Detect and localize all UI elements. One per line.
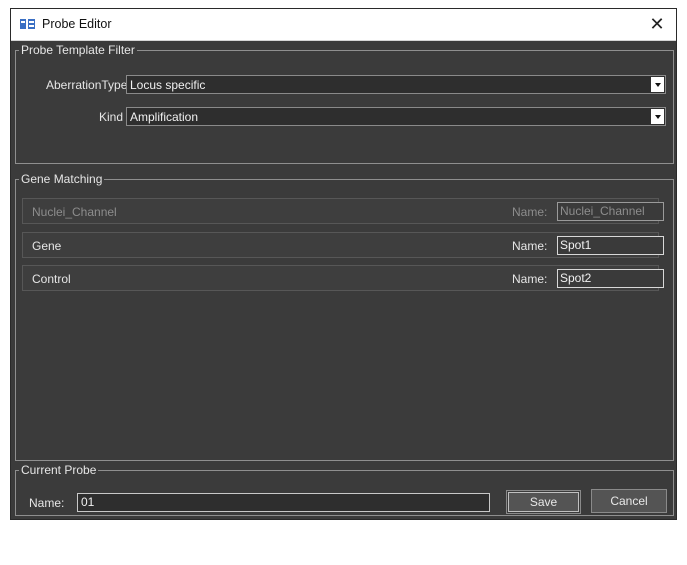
gene-row-control: Control Name: Spot2 [22,265,664,291]
gene-name-field[interactable]: Spot1 [557,236,664,255]
probe-template-filter-group: Probe Template Filter AberrationType Loc… [15,44,674,164]
aberration-type-label: AberrationType [46,78,128,92]
kind-value: Amplification [130,110,199,124]
cancel-button[interactable]: Cancel [591,489,667,513]
probe-template-filter-legend: Probe Template Filter [21,43,135,57]
probe-name-input[interactable]: 01 [77,493,490,512]
gene-row-name-label: Name: [512,272,548,286]
title-bar: Probe Editor ✕ [11,9,676,41]
aberration-type-select[interactable]: Locus specific [126,75,666,94]
current-probe-legend: Current Probe [21,463,97,477]
chevron-down-icon[interactable] [651,109,664,124]
chevron-down-icon[interactable] [651,77,664,92]
control-name-field[interactable]: Spot2 [557,269,664,288]
aberration-type-value: Locus specific [130,78,206,92]
gene-row-name-label: Name: [512,205,548,219]
kind-select[interactable]: Amplification [126,107,666,126]
kind-label: Kind [99,110,124,124]
gene-row-gene: Gene Name: Spot1 [22,232,664,258]
close-icon[interactable]: ✕ [644,13,670,35]
nuclei-channel-name-field: Nuclei_Channel [557,202,664,221]
probe-editor-window: Probe Editor ✕ Probe Template Filter Abe… [10,8,677,520]
probe-editor-app-icon [20,19,35,29]
window-title: Probe Editor [42,17,112,31]
current-probe-group: Current Probe Name: 01 Save Cancel [15,464,674,516]
probe-name-label: Name: [29,496,65,510]
gene-row-label: Control [32,272,71,286]
gene-matching-group: Gene Matching Nuclei_Channel Name: Nucle… [15,173,674,461]
save-button[interactable]: Save [506,490,581,514]
gene-row-name-label: Name: [512,239,548,253]
gene-row-label: Gene [32,239,62,253]
gene-row-nuclei-channel: Nuclei_Channel Name: Nuclei_Channel [22,198,664,224]
gene-row-label: Nuclei_Channel [32,205,117,219]
gene-matching-legend: Gene Matching [21,172,103,186]
